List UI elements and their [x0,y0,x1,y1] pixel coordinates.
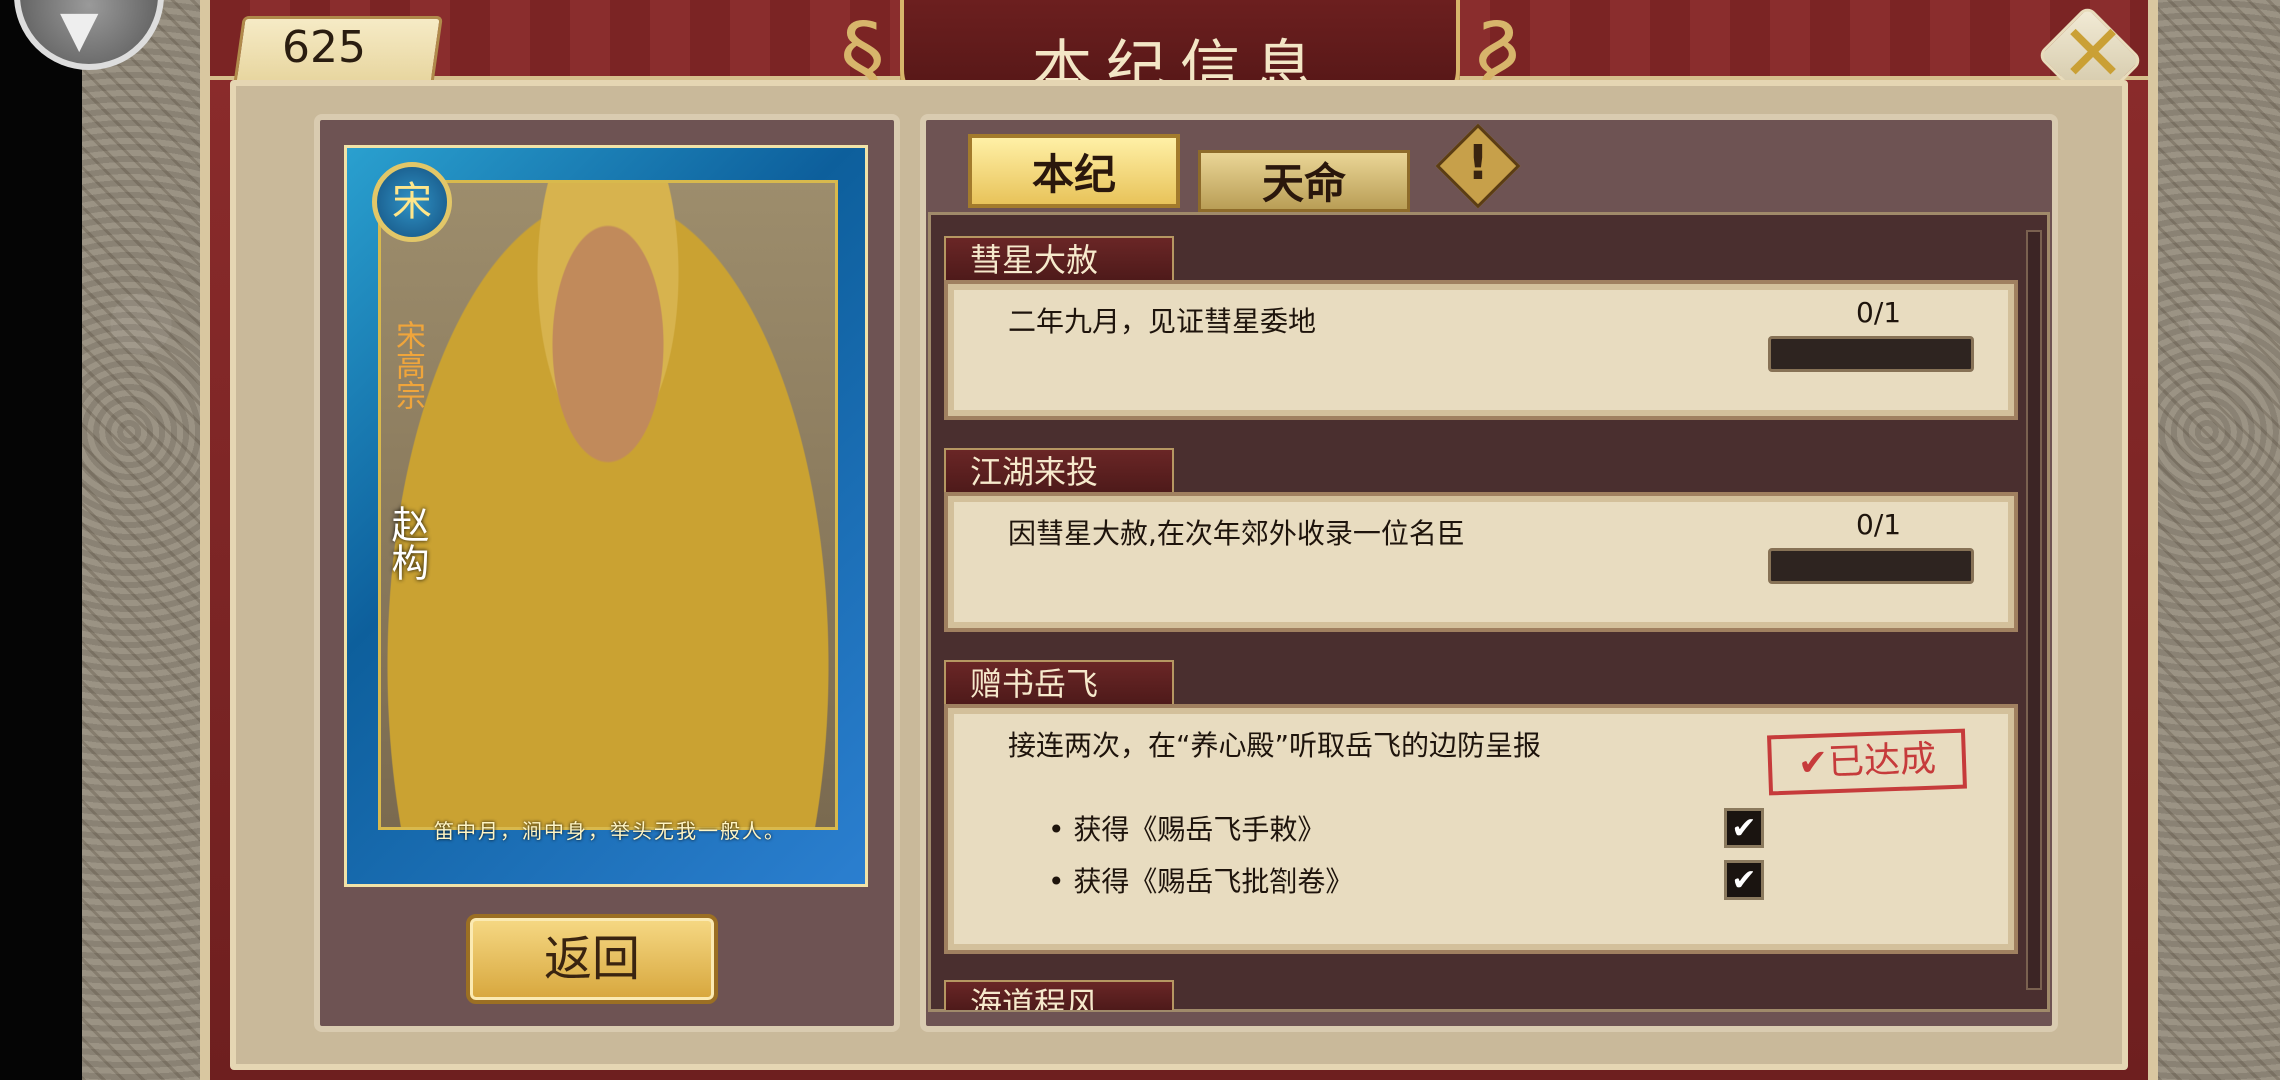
quest-item: 江湖来投 因彗星大赦,在次年郊外收录一位名臣 0/1 [944,448,2018,638]
quest-progress-text: 0/1 [1856,296,1902,329]
reward-label: 获得《赐岳飞批劄卷》 [1073,865,1354,898]
quest-description: 接连两次，在“养心殿”听取岳飞的边防呈报 [1008,729,1542,762]
menu-arrow-icon: ▼ [60,0,99,58]
quest-title: 赠书岳飞 [944,660,1174,704]
quest-item: 赠书岳飞 接连两次，在“养心殿”听取岳飞的边防呈报 ✔已达成 • 获得《赐岳飞手… [944,660,2018,960]
stamp-check-icon: ✔ [1797,742,1829,785]
character-quote: 笛中月，涧中身，举头无我一般人。 [434,819,786,843]
checkmark-icon: ✔ [1731,811,1757,846]
quest-description: 因彗星大赦,在次年郊外收录一位名臣 [1008,517,1465,550]
quest-list-scrollbar[interactable] [2026,230,2042,990]
quest-progress-bar [1768,548,1974,584]
checkmark-icon: ✔ [1731,863,1757,898]
quest-item: 彗星大赦 二年九月，见证彗星委地 0/1 [944,236,2018,426]
quest-progress-bar [1768,336,1974,372]
quest-body: 接连两次，在“养心殿”听取岳飞的边防呈报 ✔已达成 • 获得《赐岳飞手敕》 ✔ … [944,704,2018,954]
left-letterbox [0,0,82,1080]
back-button[interactable]: 返回 [466,914,718,1004]
quest-title: 江湖来投 [944,448,1174,492]
reward-item: • 获得《赐岳飞批劄卷》 [1048,865,1354,898]
quest-body: 因彗星大赦,在次年郊外收录一位名臣 0/1 [944,492,2018,632]
exclamation-icon: ! [1467,135,1489,191]
background-pattern-left [82,0,200,1080]
tab-benji[interactable]: 本纪 [968,134,1180,208]
quest-title: 彗星大赦 [944,236,1174,280]
character-name: 赵构 [385,505,429,581]
completed-stamp: ✔已达成 [1767,728,1967,796]
stamp-text: 已达成 [1827,738,1937,784]
tab-tianming[interactable]: 天命 [1198,150,1410,212]
quest-progress-text: 0/1 [1856,508,1902,541]
character-title: 宋高宗 [390,320,425,410]
background-pattern-right [2158,0,2280,1080]
reward-item: • 获得《赐岳飞手敕》 [1048,813,1326,846]
reward-label: 获得《赐岳飞手敕》 [1073,813,1326,846]
score-value: 625 [282,22,366,73]
reward-checkbox: ✔ [1724,808,1764,848]
character-portrait [378,180,838,830]
quest-body: 二年九月，见证彗星委地 0/1 [944,280,2018,420]
quest-description: 二年九月，见证彗星委地 [1008,305,1317,338]
dynasty-seal: 宋 [372,162,452,242]
quest-title-partial: 海道程风 [944,980,1174,1010]
reward-checkbox: ✔ [1724,860,1764,900]
